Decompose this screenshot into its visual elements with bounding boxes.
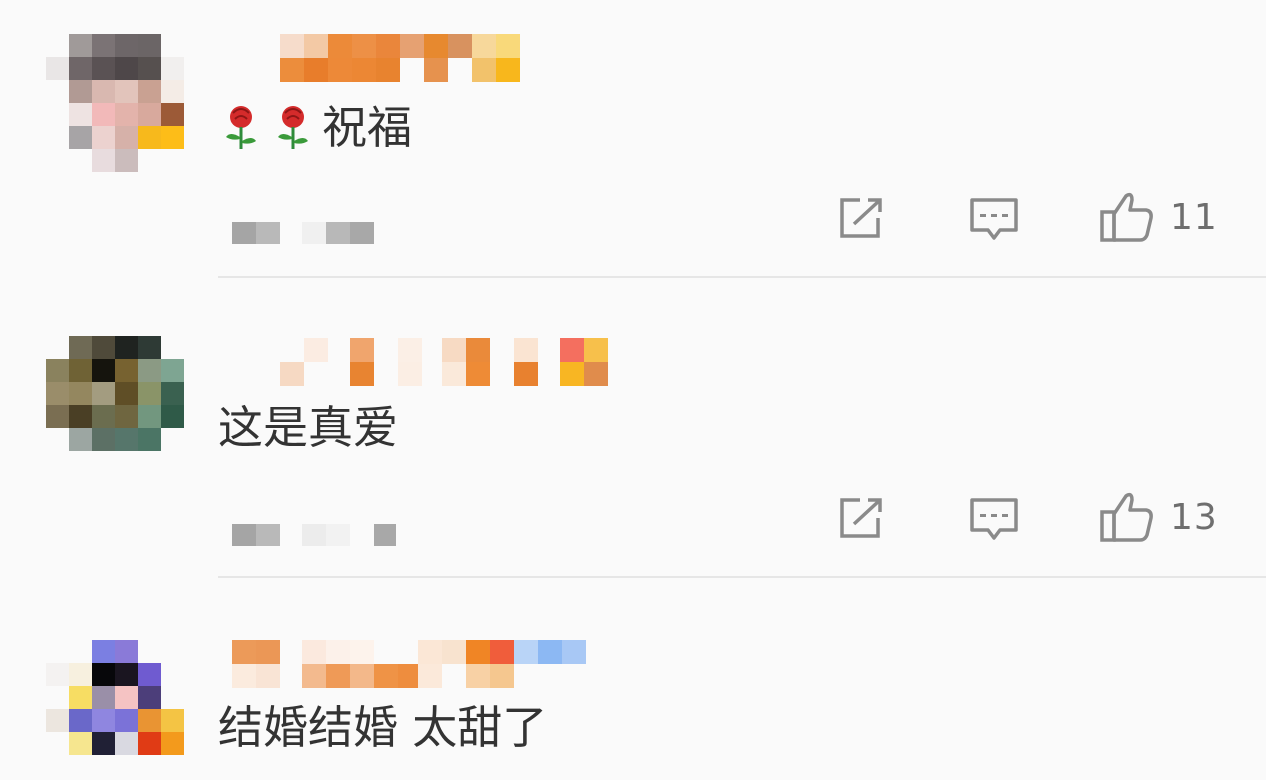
comment-item: 这是真爱 13 [0,300,1266,600]
divider [218,276,1266,278]
divider [218,576,1266,578]
comment-item: 结婚结婚 太甜了 [0,600,1266,774]
share-button[interactable] [836,496,886,540]
avatar[interactable] [46,640,186,780]
comment-text: 这是真爱 [218,398,398,458]
avatar[interactable] [46,336,186,476]
thumbs-up-icon [1100,192,1153,242]
reply-button[interactable] [968,496,1020,544]
username-pixelated[interactable] [218,34,618,84]
comment-text: 结婚结婚 太甜了 [218,698,547,758]
avatar[interactable] [46,34,186,174]
like-count: 13 [1170,496,1218,538]
comment-icon [970,498,1018,540]
comment-icon [970,198,1018,240]
rose-icon [218,103,264,153]
comment-text-content: 祝福 [322,101,413,154]
thumbs-up-icon [1100,492,1153,542]
share-button[interactable] [836,196,886,240]
reply-button[interactable] [968,196,1020,244]
comment-meta-pixelated [232,222,432,244]
like-button[interactable]: 11 [1098,190,1218,244]
share-icon [840,198,882,238]
rose-icon [270,103,316,153]
username-pixelated[interactable] [218,640,618,690]
comment-text: 祝福 [218,98,412,158]
share-icon [840,498,882,538]
like-count: 11 [1170,196,1218,238]
like-button[interactable]: 13 [1098,490,1218,544]
comment-text-content: 结婚结婚 太甜了 [218,701,548,754]
comment-text-content: 这是真爱 [218,401,399,454]
username-pixelated[interactable] [218,336,618,386]
comment-meta-pixelated [232,524,432,546]
comment-item: 祝福 11 [0,0,1266,300]
